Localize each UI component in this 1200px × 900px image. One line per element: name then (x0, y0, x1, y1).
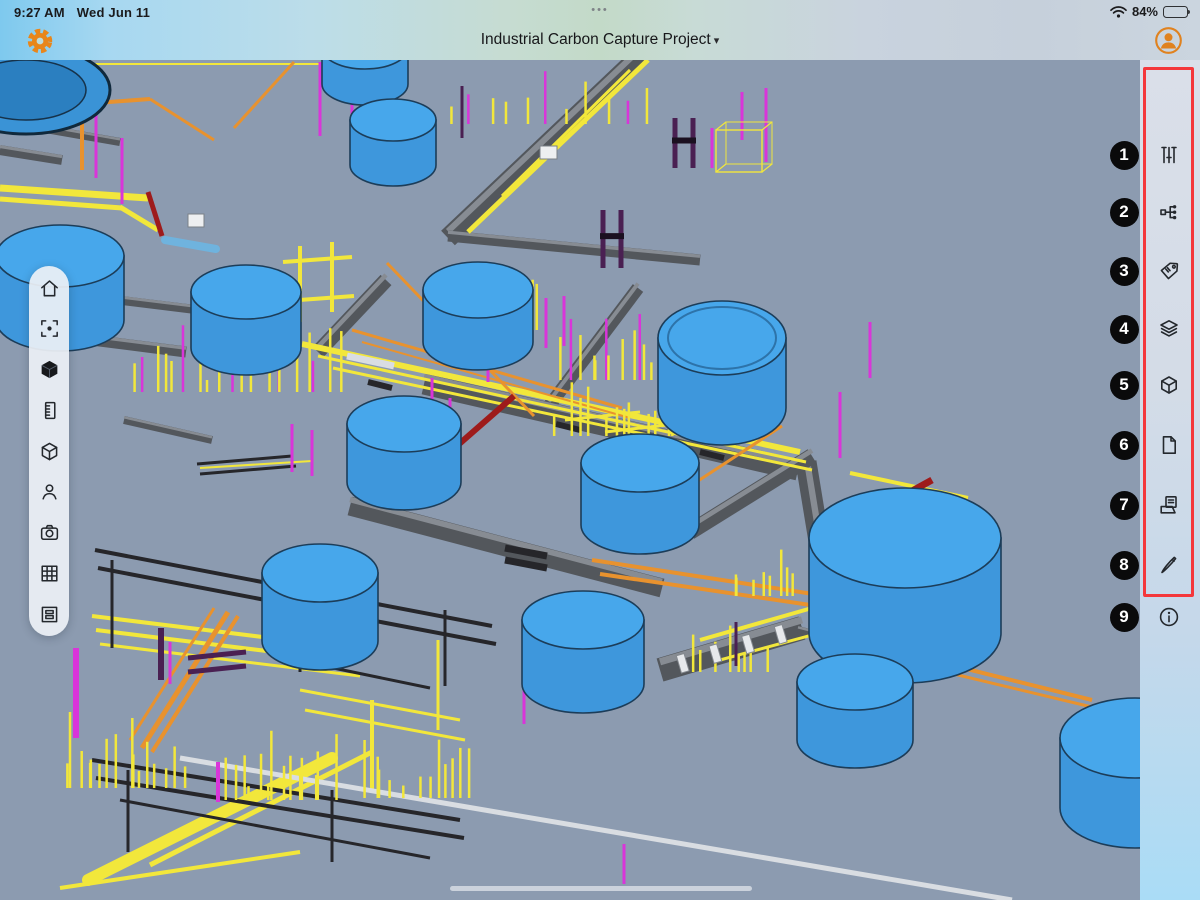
page-title: Industrial Carbon Capture Project (481, 31, 711, 48)
chevron-down-icon: ▾ (714, 35, 720, 47)
sidebar-tags-button[interactable] (1154, 256, 1184, 286)
sidebar-layers-button[interactable] (1154, 314, 1184, 344)
avatar-icon (1154, 26, 1183, 55)
layers-icon (1157, 317, 1181, 341)
model-cube-filled-icon (38, 358, 61, 381)
measure-button[interactable] (36, 397, 62, 423)
sidebar-hierarchy-button[interactable] (1154, 197, 1184, 227)
title-bar: Industrial Carbon Capture Project▾ (0, 22, 1200, 60)
panel-sidebar (1140, 60, 1200, 900)
project-title-dropdown[interactable]: Industrial Carbon Capture Project▾ (0, 31, 1200, 49)
grid-view-button[interactable] (36, 560, 62, 586)
model-3d-viewport[interactable] (0, 60, 1200, 900)
info-icon (1157, 605, 1181, 629)
focus-selection-button[interactable] (36, 316, 62, 342)
avatar-mode-button[interactable] (36, 479, 62, 505)
wifi-icon (1110, 6, 1127, 18)
battery-percent-label: 84% (1132, 4, 1158, 19)
app-window: 9:27 AMWed Jun 11 ••• 84% (0, 0, 1200, 900)
sheets-view-button[interactable] (36, 601, 62, 627)
grid-icon (38, 562, 61, 585)
tag-icon (1157, 259, 1181, 283)
box-icon (38, 440, 61, 463)
view-toolbar (29, 266, 69, 636)
sidebar-filters-button[interactable] (1154, 140, 1184, 170)
sidebar-info-button[interactable] (1154, 602, 1184, 632)
photo-capture-button[interactable] (36, 520, 62, 546)
header: 9:27 AMWed Jun 11 ••• 84% (0, 0, 1200, 60)
objects-button[interactable] (36, 438, 62, 464)
sidebar-sheets-button[interactable] (1154, 490, 1184, 520)
home-indicator[interactable] (450, 886, 752, 891)
model-view-button[interactable] (36, 357, 62, 383)
focus-icon (38, 317, 61, 340)
ruler-icon (38, 399, 61, 422)
sheets-icon (1157, 493, 1181, 517)
person-icon (38, 480, 61, 503)
cube-icon (1157, 373, 1181, 397)
sheet-icon (38, 603, 61, 626)
sliders-icon (1157, 143, 1181, 167)
sidebar-models-button[interactable] (1154, 370, 1184, 400)
hierarchy-icon (1157, 200, 1181, 224)
sidebar-markup-button[interactable] (1154, 550, 1184, 580)
file-icon (1157, 433, 1181, 457)
pen-icon (1157, 553, 1181, 577)
user-avatar-button[interactable] (1154, 26, 1183, 55)
sidebar-files-button[interactable] (1154, 430, 1184, 460)
home-icon (38, 277, 61, 300)
status-bar: 9:27 AMWed Jun 11 ••• 84% (0, 0, 1200, 22)
multitasking-dots: ••• (0, 4, 1200, 16)
battery-icon (1163, 6, 1188, 18)
camera-icon (38, 521, 61, 544)
home-view-button[interactable] (36, 275, 62, 301)
